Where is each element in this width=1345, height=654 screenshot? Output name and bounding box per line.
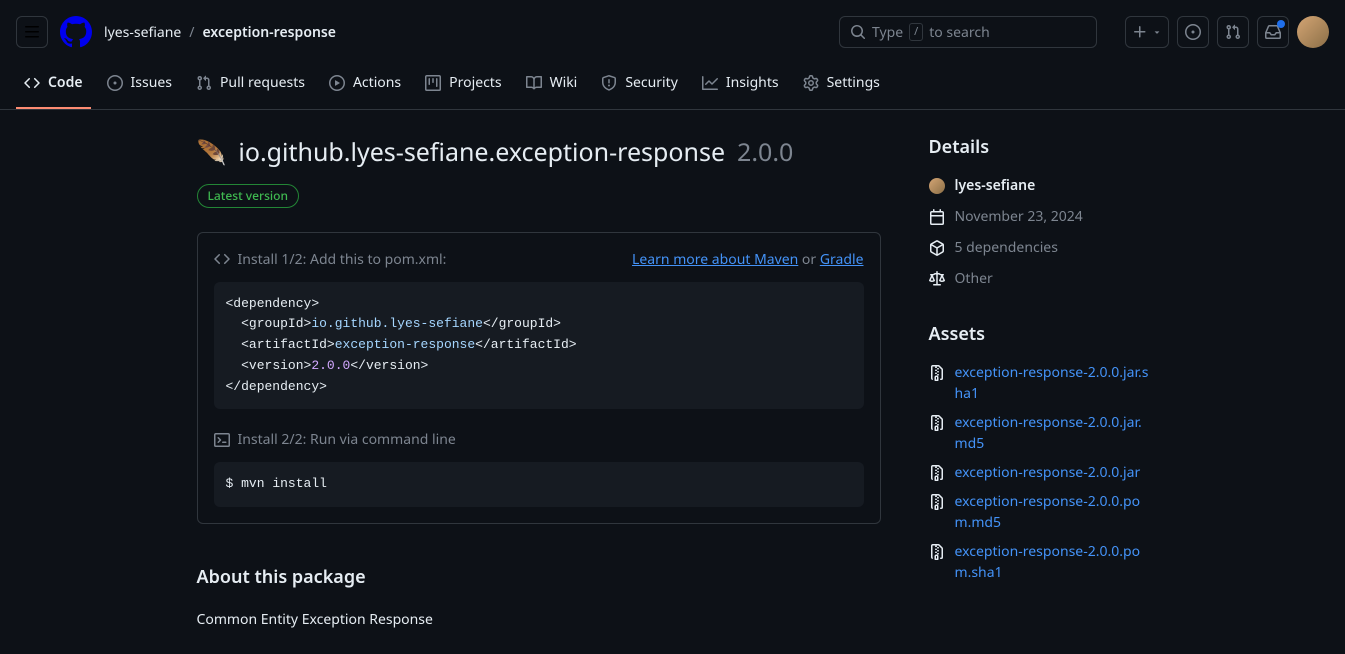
shield-icon: [601, 75, 617, 91]
tab-issues[interactable]: Issues: [99, 64, 180, 109]
github-logo[interactable]: [60, 16, 92, 48]
pr-icon: [196, 75, 212, 91]
play-icon: [329, 75, 345, 91]
file-zip-icon: [929, 415, 945, 431]
author-avatar[interactable]: [929, 178, 945, 194]
about-heading: About this package: [197, 564, 881, 591]
pom-code-block[interactable]: <dependency> <groupId>io.github.lyes-sef…: [214, 282, 864, 410]
terminal-icon: [214, 432, 230, 448]
create-menu-button[interactable]: [1125, 16, 1169, 48]
tab-code[interactable]: Code: [16, 64, 91, 109]
tab-insights[interactable]: Insights: [694, 64, 787, 109]
project-icon: [425, 75, 441, 91]
asset-item: exception-response-2.0.0.pom.sha1: [929, 541, 1149, 583]
asset-link[interactable]: exception-response-2.0.0.pom.md5: [955, 491, 1149, 533]
gear-icon: [803, 75, 819, 91]
asset-link[interactable]: exception-response-2.0.0.jar: [955, 462, 1141, 483]
tab-security[interactable]: Security: [593, 64, 686, 109]
asset-item: exception-response-2.0.0.jar.sha1: [929, 362, 1149, 404]
notification-dot: [1277, 20, 1285, 28]
date-text: November 23, 2024: [955, 206, 1083, 227]
tab-pull-requests[interactable]: Pull requests: [188, 64, 313, 109]
asset-item: exception-response-2.0.0.jar.md5: [929, 412, 1149, 454]
breadcrumb: lyes-sefiane / exception-response: [104, 22, 336, 43]
deps-text: 5 dependencies: [955, 237, 1058, 258]
breadcrumb-owner[interactable]: lyes-sefiane: [104, 22, 181, 43]
search-input[interactable]: Type / to search: [839, 16, 1097, 48]
search-placeholder: Type: [872, 22, 903, 43]
breadcrumb-separator: /: [189, 22, 194, 43]
git-pull-request-icon: [1225, 24, 1241, 40]
tab-actions[interactable]: Actions: [321, 64, 409, 109]
license-text: Other: [955, 268, 993, 289]
issues-button[interactable]: [1177, 16, 1209, 48]
install-step1-label: Install 1/2: Add this to pom.xml:: [238, 249, 447, 270]
code-icon: [24, 75, 40, 91]
avatar[interactable]: [1297, 16, 1329, 48]
file-zip-icon: [929, 465, 945, 481]
search-suffix: to search: [929, 22, 990, 43]
graph-icon: [702, 75, 718, 91]
package-icon: [929, 240, 945, 256]
breadcrumb-repo[interactable]: exception-response: [203, 22, 336, 43]
hamburger-icon: [24, 24, 40, 40]
chevron-down-icon: [1152, 27, 1162, 37]
about-description: Common Entity Exception Response: [197, 609, 881, 630]
install-step2-label: Install 2/2: Run via command line: [238, 429, 456, 450]
gradle-link[interactable]: Gradle: [820, 250, 864, 269]
plus-icon: [1132, 24, 1148, 40]
file-zip-icon: [929, 494, 945, 510]
file-zip-icon: [929, 544, 945, 560]
pull-requests-button[interactable]: [1217, 16, 1249, 48]
cmd-code-block[interactable]: $ mvn install: [214, 462, 864, 507]
dot-circle-icon: [1185, 24, 1201, 40]
latest-version-badge: Latest version: [197, 184, 300, 208]
asset-link[interactable]: exception-response-2.0.0.pom.sha1: [955, 541, 1149, 583]
or-text: or: [798, 250, 820, 269]
author-link[interactable]: lyes-sefiane: [955, 175, 1036, 196]
search-icon: [850, 24, 866, 40]
notifications-button[interactable]: [1257, 16, 1289, 48]
install-box: Install 1/2: Add this to pom.xml: Learn …: [197, 232, 881, 525]
github-icon: [60, 16, 92, 48]
law-icon: [929, 271, 945, 287]
tab-settings[interactable]: Settings: [795, 64, 888, 109]
calendar-icon: [929, 209, 945, 225]
search-kbd: /: [909, 23, 923, 42]
learn-maven-link[interactable]: Learn more about Maven: [632, 250, 798, 269]
file-zip-icon: [929, 365, 945, 381]
asset-link[interactable]: exception-response-2.0.0.jar.sha1: [955, 362, 1149, 404]
package-type-icon: 🪶: [197, 135, 227, 171]
code-icon: [214, 251, 230, 267]
details-heading: Details: [929, 134, 1149, 161]
hamburger-menu-button[interactable]: [16, 16, 48, 48]
book-icon: [526, 75, 542, 91]
asset-item: exception-response-2.0.0.jar: [929, 462, 1149, 483]
asset-item: exception-response-2.0.0.pom.md5: [929, 491, 1149, 533]
tab-projects[interactable]: Projects: [417, 64, 509, 109]
package-name: io.github.lyes-sefiane.exception-respons…: [238, 134, 725, 172]
tab-wiki[interactable]: Wiki: [518, 64, 586, 109]
package-version: 2.0.0: [737, 134, 793, 172]
asset-link[interactable]: exception-response-2.0.0.jar.md5: [955, 412, 1149, 454]
assets-heading: Assets: [929, 321, 1149, 348]
issue-icon: [107, 75, 123, 91]
